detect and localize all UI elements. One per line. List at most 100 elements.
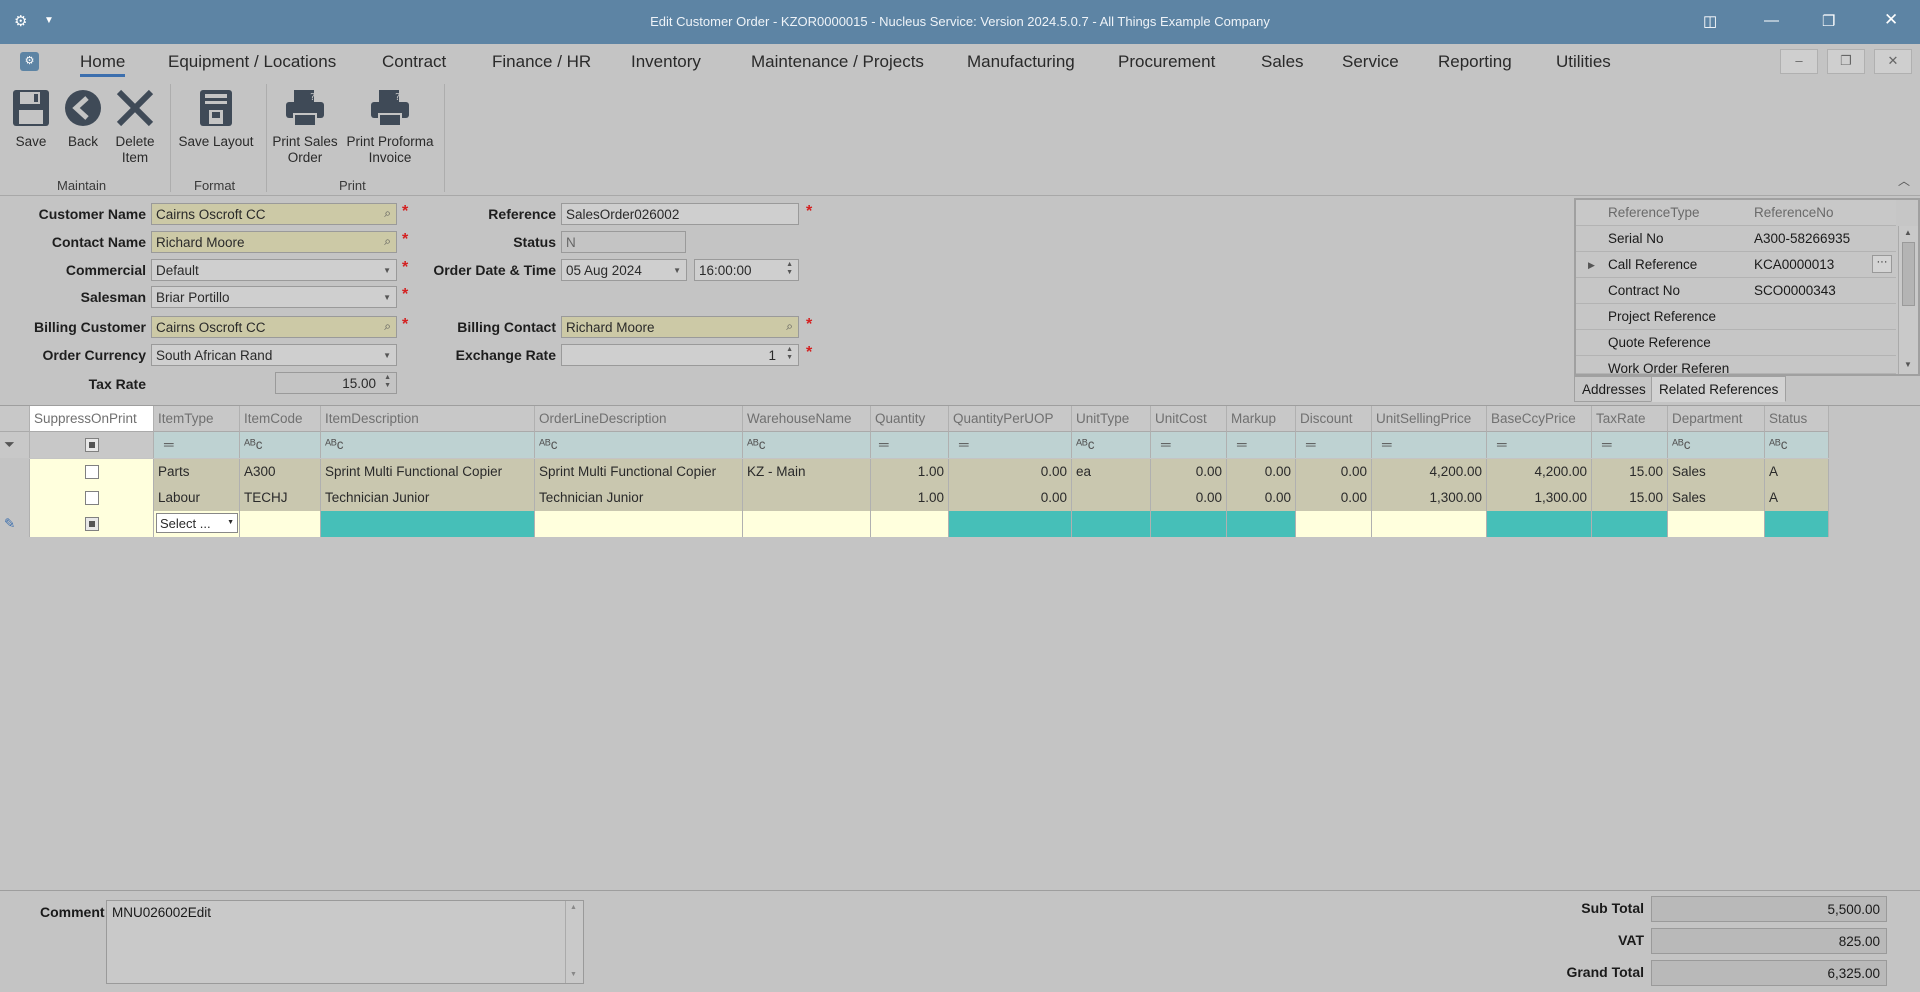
filter-text-icon[interactable]: ᴬᴮc xyxy=(1765,432,1829,458)
spinner-icon[interactable]: ▲ ▼ xyxy=(786,346,793,362)
col-header[interactable]: ItemDescription xyxy=(321,406,535,432)
mdi-minimize-button[interactable]: – xyxy=(1780,49,1818,74)
filter-equals-icon[interactable]: ═ xyxy=(1372,432,1487,458)
table-cell[interactable]: 0.00 xyxy=(1151,485,1227,511)
save-button[interactable]: Save xyxy=(10,86,52,150)
tab-addresses[interactable]: Addresses xyxy=(1574,376,1654,402)
billing-customer-field[interactable]: Cairns Oscroft CC ⌕ xyxy=(151,316,397,338)
filter-equals-icon[interactable]: ═ xyxy=(1151,432,1227,458)
filter-text-icon[interactable]: ᴬᴮc xyxy=(743,432,871,458)
reference-row[interactable]: Work Order Referen xyxy=(1576,356,1896,374)
layout-icon[interactable]: ◫ xyxy=(1703,12,1717,30)
menu-inventory[interactable]: Inventory xyxy=(631,52,701,72)
table-cell[interactable] xyxy=(535,511,743,537)
filter-text-icon[interactable]: ᴬᴮc xyxy=(535,432,743,458)
col-header[interactable]: Discount xyxy=(1296,406,1372,432)
filter-checkbox[interactable] xyxy=(84,438,99,453)
item-type-select[interactable]: Select ... ▼ xyxy=(156,513,238,533)
menu-home[interactable]: Home xyxy=(80,52,126,77)
table-cell[interactable] xyxy=(1151,511,1227,537)
table-cell[interactable]: KZ - Main xyxy=(743,459,871,485)
col-header[interactable]: UnitType xyxy=(1072,406,1151,432)
table-cell[interactable] xyxy=(1227,511,1296,537)
menu-equipment-locations[interactable]: Equipment / Locations xyxy=(168,52,336,72)
table-cell[interactable]: Technician Junior xyxy=(535,485,743,511)
col-header[interactable]: OrderLineDescription xyxy=(535,406,743,432)
reference-row[interactable]: Project Reference xyxy=(1576,304,1896,330)
print-proforma-invoice-button[interactable]: ? Print Proforma Invoice xyxy=(344,86,436,166)
filter-equals-icon[interactable]: ═ xyxy=(154,432,240,458)
table-cell[interactable]: Sales xyxy=(1668,459,1765,485)
table-cell[interactable]: Sprint Multi Functional Copier xyxy=(321,459,535,485)
minimize-icon[interactable]: — xyxy=(1764,12,1779,29)
filter-equals-icon[interactable]: ═ xyxy=(1296,432,1372,458)
table-cell[interactable] xyxy=(240,511,321,537)
table-cell[interactable] xyxy=(1072,511,1151,537)
filter-text-icon[interactable]: ᴬᴮc xyxy=(240,432,321,458)
table-cell[interactable]: Sprint Multi Functional Copier xyxy=(535,459,743,485)
row-indicator[interactable] xyxy=(0,485,30,511)
table-cell[interactable]: 1,300.00 xyxy=(1372,485,1487,511)
table-cell[interactable]: A xyxy=(1765,459,1829,485)
table-cell[interactable] xyxy=(1072,485,1151,511)
restore-icon[interactable]: ❐ xyxy=(1822,12,1835,30)
table-cell[interactable]: Technician Junior xyxy=(321,485,535,511)
mdi-restore-button[interactable]: ❐ xyxy=(1827,49,1865,74)
scroll-thumb[interactable] xyxy=(1902,242,1915,306)
col-header[interactable]: ItemCode xyxy=(240,406,321,432)
reference-field[interactable]: SalesOrder026002 xyxy=(561,203,799,225)
order-currency-select[interactable]: South African Rand ▼ xyxy=(151,344,397,366)
reference-row[interactable]: ▶ Call Reference KCA0000013 ··· xyxy=(1576,252,1896,278)
table-cell[interactable]: A xyxy=(1765,485,1829,511)
menu-sales[interactable]: Sales xyxy=(1261,52,1304,72)
order-time-field[interactable]: 16:00:00 ▲ ▼ xyxy=(694,259,799,281)
table-cell[interactable] xyxy=(871,511,949,537)
collapse-ribbon-icon[interactable]: ︿ xyxy=(1898,172,1910,189)
filter-text-icon[interactable]: ᴬᴮc xyxy=(1072,432,1151,458)
suppress-checkbox[interactable] xyxy=(84,491,99,506)
table-cell[interactable]: ea xyxy=(1072,459,1151,485)
back-button[interactable]: Back xyxy=(62,86,104,150)
ellipsis-button[interactable]: ··· xyxy=(1872,255,1892,273)
scroll-up-icon[interactable]: ▲ xyxy=(1904,228,1912,237)
menu-contract[interactable]: Contract xyxy=(382,52,446,72)
table-cell[interactable]: 1.00 xyxy=(871,485,949,511)
exchange-rate-field[interactable]: 1 ▲ ▼ xyxy=(561,344,799,366)
search-icon[interactable]: ⌕ xyxy=(786,319,793,334)
table-cell[interactable]: 0.00 xyxy=(949,485,1072,511)
suppress-checkbox-cell[interactable] xyxy=(30,511,154,537)
salesman-select[interactable]: Briar Portillo ▼ xyxy=(151,286,397,308)
scroll-down-icon[interactable]: ▼ xyxy=(570,971,577,978)
col-header[interactable]: Quantity xyxy=(871,406,949,432)
scroll-down-icon[interactable]: ▼ xyxy=(1904,360,1912,369)
menu-finance-hr[interactable]: Finance / HR xyxy=(492,52,591,72)
table-cell[interactable]: 1.00 xyxy=(871,459,949,485)
save-layout-button[interactable]: Save Layout xyxy=(176,86,256,150)
table-cell[interactable] xyxy=(1765,511,1829,537)
comment-scrollbar[interactable]: ▲ ▼ xyxy=(565,901,583,983)
suppress-checkbox-cell[interactable] xyxy=(30,485,154,511)
filter-equals-icon[interactable]: ═ xyxy=(1487,432,1592,458)
table-cell[interactable]: Labour xyxy=(154,485,240,511)
table-cell[interactable]: 4,200.00 xyxy=(1487,459,1592,485)
filter-text-icon[interactable]: ᴬᴮc xyxy=(321,432,535,458)
table-cell[interactable]: 0.00 xyxy=(1296,485,1372,511)
table-cell[interactable]: 4,200.00 xyxy=(1372,459,1487,485)
table-cell[interactable]: Parts xyxy=(154,459,240,485)
mdi-close-button[interactable]: ✕ xyxy=(1874,49,1912,74)
references-scrollbar[interactable]: ▲ ▼ xyxy=(1898,226,1918,374)
table-cell[interactable]: TECHJ xyxy=(240,485,321,511)
commercial-select[interactable]: Default ▼ xyxy=(151,259,397,281)
filter-equals-icon[interactable]: ═ xyxy=(949,432,1072,458)
col-header[interactable]: WarehouseName xyxy=(743,406,871,432)
search-icon[interactable]: ⌕ xyxy=(384,234,391,249)
table-cell[interactable]: 15.00 xyxy=(1592,485,1668,511)
delete-item-button[interactable]: Delete Item xyxy=(112,86,158,166)
menu-service[interactable]: Service xyxy=(1342,52,1399,72)
col-header[interactable]: QuantityPerUOP xyxy=(949,406,1072,432)
table-cell[interactable]: A300 xyxy=(240,459,321,485)
menu-procurement[interactable]: Procurement xyxy=(1118,52,1215,72)
item-type-cell[interactable]: Select ... ▼ xyxy=(154,511,240,537)
table-cell[interactable]: 0.00 xyxy=(1227,459,1296,485)
filter-equals-icon[interactable]: ═ xyxy=(871,432,949,458)
